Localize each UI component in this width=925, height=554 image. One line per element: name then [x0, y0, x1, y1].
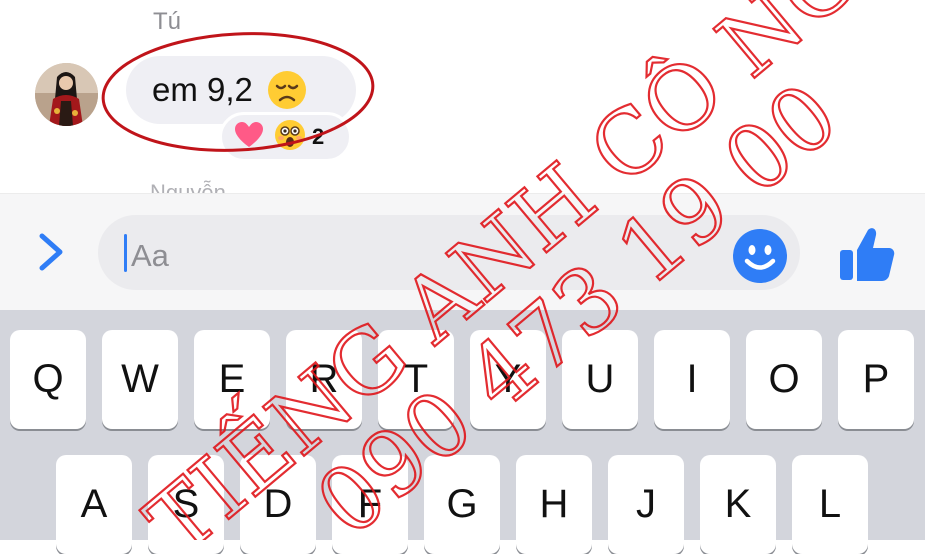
- key-i[interactable]: I: [654, 330, 730, 429]
- chat-thread: Tú em 9,2 2 Nguyễn: [0, 0, 925, 200]
- text-cursor: [124, 234, 127, 272]
- message-input[interactable]: [131, 238, 631, 274]
- avatar[interactable]: [35, 63, 98, 126]
- key-u[interactable]: U: [562, 330, 638, 429]
- key-t[interactable]: T: [378, 330, 454, 429]
- key-y[interactable]: Y: [470, 330, 546, 429]
- key-q[interactable]: Q: [10, 330, 86, 429]
- key-w[interactable]: W: [102, 330, 178, 429]
- thumbs-up-icon[interactable]: [836, 224, 896, 284]
- key-o[interactable]: O: [746, 330, 822, 429]
- on-screen-keyboard: Q W E R T Y U I O P A S D F G H J K L: [0, 310, 925, 554]
- sender-name: Tú: [153, 8, 182, 35]
- key-r[interactable]: R: [286, 330, 362, 429]
- disappointed-face-icon: [267, 70, 307, 110]
- key-f[interactable]: F: [332, 455, 408, 554]
- smiley-icon[interactable]: [732, 228, 788, 284]
- reactions-badge[interactable]: 2: [219, 112, 352, 162]
- heart-icon: [234, 121, 264, 154]
- key-e[interactable]: E: [194, 330, 270, 429]
- key-a[interactable]: A: [56, 455, 132, 554]
- key-p[interactable]: P: [838, 330, 914, 429]
- key-k[interactable]: K: [700, 455, 776, 554]
- astonished-face-icon: [274, 119, 306, 156]
- key-h[interactable]: H: [516, 455, 592, 554]
- key-s[interactable]: S: [148, 455, 224, 554]
- key-g[interactable]: G: [424, 455, 500, 554]
- message-composer: [0, 193, 925, 311]
- message-text: em 9,2: [152, 71, 253, 108]
- reaction-count: 2: [312, 124, 325, 149]
- chevron-right-icon[interactable]: [34, 230, 68, 274]
- key-j[interactable]: J: [608, 455, 684, 554]
- avatar-photo: [35, 63, 98, 126]
- key-d[interactable]: D: [240, 455, 316, 554]
- key-l[interactable]: L: [792, 455, 868, 554]
